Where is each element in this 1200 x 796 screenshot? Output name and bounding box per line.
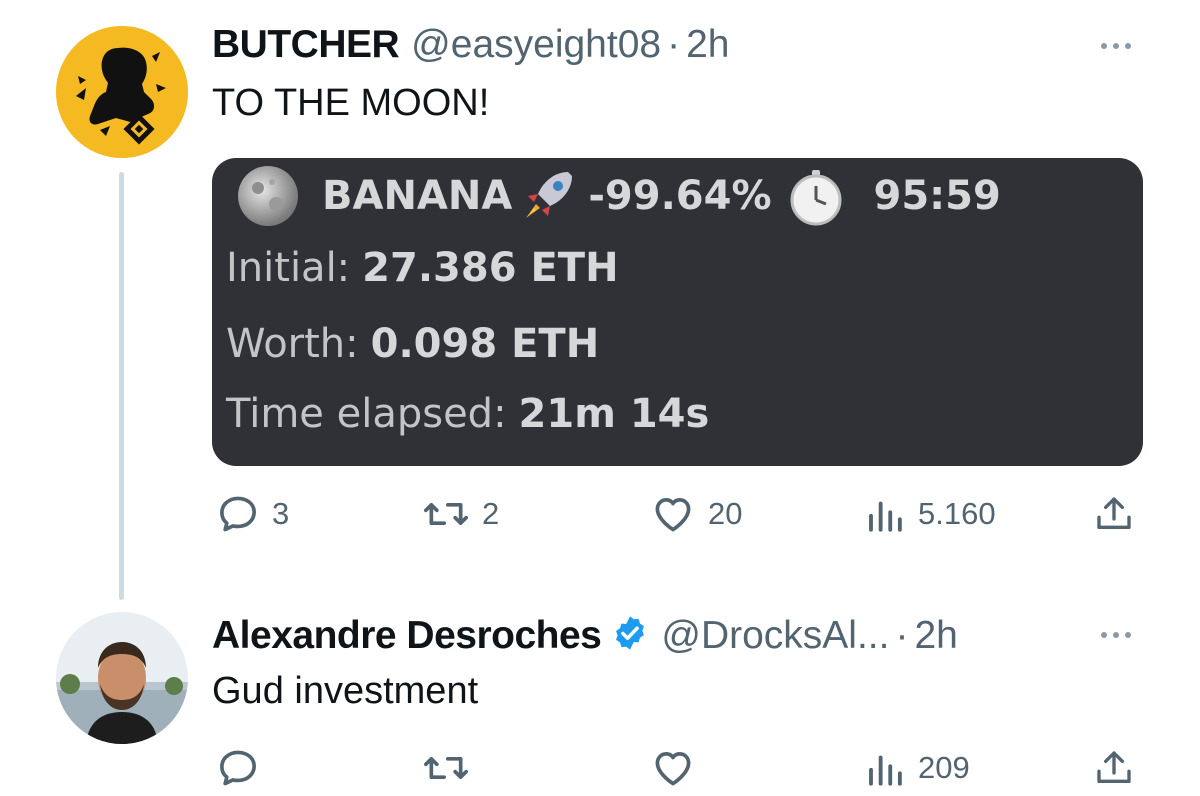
retweet-icon — [424, 757, 468, 779]
worth-label: Worth: — [226, 321, 359, 367]
author-handle[interactable]: @DrocksAl... — [661, 613, 889, 659]
profile-photo-icon — [56, 612, 188, 744]
reply-button[interactable] — [216, 746, 260, 790]
butcher-avatar[interactable] — [56, 26, 188, 158]
butcher-avatar-icon — [56, 26, 188, 158]
initial-row: Initial: 27.386 ETH — [226, 242, 619, 294]
timestamp[interactable]: 2h — [686, 22, 729, 68]
elapsed-value: 21m 14s — [518, 391, 710, 437]
rocket-icon — [526, 172, 573, 218]
worth-value: 0.098 ETH — [370, 321, 600, 367]
worth-row: Worth: 0.098 ETH — [226, 318, 599, 370]
author-name[interactable]: BUTCHER — [212, 22, 400, 68]
retweet-button[interactable]: 2 — [422, 492, 499, 536]
initial-value: 27.386 ETH — [362, 245, 619, 291]
heart-icon — [655, 752, 691, 786]
price-change: -99.64% — [588, 173, 772, 219]
alexandre-avatar[interactable] — [56, 612, 188, 744]
elapsed-label: Time elapsed: — [226, 391, 507, 437]
share-icon — [1097, 751, 1131, 783]
elapsed-row: Time elapsed: 21m 14s — [226, 388, 709, 440]
retweet-count: 2 — [482, 496, 500, 531]
tweet-actions: 3 2 20 5.160 — [212, 492, 1152, 542]
views-button[interactable]: 209 — [864, 746, 970, 790]
thread-connector-line — [119, 172, 124, 600]
share-button[interactable] — [1094, 746, 1134, 790]
author-name[interactable]: Alexandre Desroches — [212, 613, 602, 659]
reply-button[interactable]: 3 — [216, 492, 289, 536]
separator-dot: · — [895, 614, 909, 657]
tweet-header: BUTCHER @easyeight08 · 2h — [212, 22, 729, 68]
like-count: 20 — [708, 496, 743, 531]
tweet-alexandre[interactable]: Alexandre Desroches @DrocksAl... · 2h Gu… — [0, 600, 1200, 786]
share-button[interactable] — [1094, 492, 1134, 536]
views-count: 5.160 — [918, 496, 996, 531]
more-options-icon[interactable] — [1101, 43, 1131, 49]
retweet-icon — [424, 503, 468, 525]
trade-image-card[interactable]: BANANA -99.64% 95:59 Initial: 27.386 ETH — [212, 158, 1143, 466]
verified-badge-icon[interactable] — [611, 614, 649, 652]
timestamp[interactable]: 2h — [914, 613, 957, 659]
moon-icon — [238, 166, 298, 226]
tweet-butcher[interactable]: BUTCHER @easyeight08 · 2h TO THE MOON! B… — [0, 0, 1200, 600]
tweet-text: TO THE MOON! — [212, 82, 490, 124]
initial-label: Initial: — [226, 245, 351, 291]
reply-icon — [220, 496, 256, 532]
timer-value: 95:59 — [873, 173, 1001, 219]
stopwatch-icon — [790, 170, 842, 226]
tweet-header: Alexandre Desroches @DrocksAl... · 2h — [212, 610, 958, 659]
share-icon — [1097, 497, 1131, 529]
reply-icon — [220, 750, 256, 786]
reply-count: 3 — [272, 496, 290, 531]
views-button[interactable]: 5.160 — [864, 492, 996, 536]
tweet-actions: 209 — [212, 746, 1152, 796]
author-handle[interactable]: @easyeight08 — [411, 22, 661, 68]
retweet-button[interactable] — [422, 746, 470, 790]
separator-dot: · — [667, 23, 681, 66]
more-options-icon[interactable] — [1101, 632, 1131, 638]
views-icon — [869, 755, 902, 786]
card-header-row: BANANA -99.64% 95:59 — [226, 166, 1001, 226]
tweet-text: Gud investment — [212, 670, 479, 712]
heart-icon — [655, 498, 691, 532]
token-name: BANANA — [322, 173, 513, 219]
like-button[interactable] — [650, 746, 696, 790]
views-count: 209 — [918, 750, 970, 785]
like-button[interactable]: 20 — [650, 492, 742, 536]
views-icon — [869, 501, 902, 532]
